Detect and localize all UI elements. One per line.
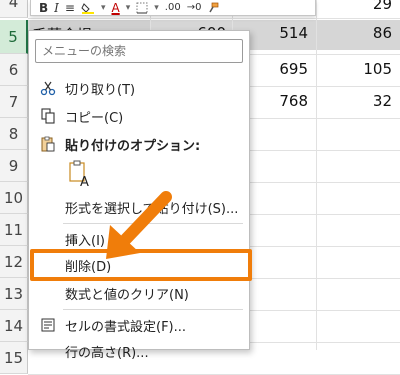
format-cells-icon	[39, 316, 57, 334]
italic-button[interactable]: I	[54, 1, 59, 15]
chevron-down-icon[interactable]: ▾	[154, 1, 159, 15]
menu-item-label: 貼り付けのオプション:	[65, 138, 201, 154]
menu-item-copy[interactable]: コピー(C)	[29, 104, 249, 128]
menu-item-label: セルの書式設定(F)...	[65, 319, 187, 335]
bold-button[interactable]: B	[39, 1, 48, 15]
menu-item-cut[interactable]: 切り取り(T)	[29, 76, 249, 100]
cell-d7[interactable]: 32	[340, 92, 392, 110]
menu-separator	[63, 309, 243, 310]
row-header[interactable]: 15	[0, 342, 28, 374]
menu-item-label: 行の高さ(R)...	[65, 345, 149, 361]
fill-color-icon[interactable]	[81, 1, 95, 15]
menu-item-label: 数式と値のクリア(N)	[65, 287, 189, 303]
align-center-button[interactable]: ≡	[65, 1, 75, 15]
increase-decimal-button[interactable]: .00	[165, 1, 181, 15]
row-header[interactable]: 6	[0, 54, 28, 86]
menu-search-input[interactable]	[35, 39, 243, 63]
menu-item-label: 切り取り(T)	[65, 82, 136, 98]
svg-text:A: A	[80, 175, 89, 188]
mini-toolbar: B I ≡ ▾ A ▾ ▾ .00 →0	[30, 0, 316, 16]
menu-item-row-height[interactable]: 行の高さ(R)...	[29, 339, 249, 363]
menu-item-label: 挿入(I)	[65, 233, 105, 249]
row-header[interactable]: 9	[0, 150, 28, 182]
cell-d5[interactable]: 86	[340, 24, 392, 42]
cell-c5[interactable]: 514	[252, 24, 308, 42]
pointer-arrow-icon	[106, 191, 172, 259]
row-header[interactable]: 14	[0, 310, 28, 342]
font-color-button[interactable]: A	[112, 1, 120, 15]
menu-item-clear-contents[interactable]: 数式と値のクリア(N)	[29, 281, 249, 305]
cell-d4[interactable]: 29	[340, 0, 392, 13]
row-header[interactable]: 5	[0, 20, 28, 54]
gridline	[316, 0, 317, 350]
copy-icon	[39, 107, 57, 125]
scissors-icon	[39, 79, 57, 97]
format-painter-icon[interactable]	[207, 1, 219, 15]
row-header[interactable]: 12	[0, 246, 28, 278]
cell-c6[interactable]: 695	[252, 60, 308, 78]
row-header[interactable]: 10	[0, 182, 28, 214]
borders-icon[interactable]	[136, 1, 148, 15]
gridline	[28, 18, 400, 19]
menu-item-label: コピー(C)	[65, 110, 124, 126]
menu-heading-paste-options: 貼り付けのオプション:	[29, 132, 249, 156]
chevron-down-icon[interactable]: ▾	[126, 1, 131, 15]
menu-item-format-cells[interactable]: セルの書式設定(F)...	[29, 313, 249, 337]
row-header[interactable]: 11	[0, 214, 28, 246]
cell-d6[interactable]: 105	[340, 60, 392, 78]
row-header[interactable]: 4	[0, 0, 28, 18]
row-header[interactable]: 13	[0, 278, 28, 310]
decrease-decimal-button[interactable]: →0	[187, 1, 202, 15]
row-header[interactable]: 7	[0, 86, 28, 118]
row-header[interactable]: 8	[0, 118, 28, 150]
cell-c7[interactable]: 768	[252, 92, 308, 110]
clipboard-icon	[39, 135, 57, 153]
paste-option-button[interactable]: A	[65, 159, 95, 189]
chevron-down-icon[interactable]: ▾	[101, 1, 106, 15]
